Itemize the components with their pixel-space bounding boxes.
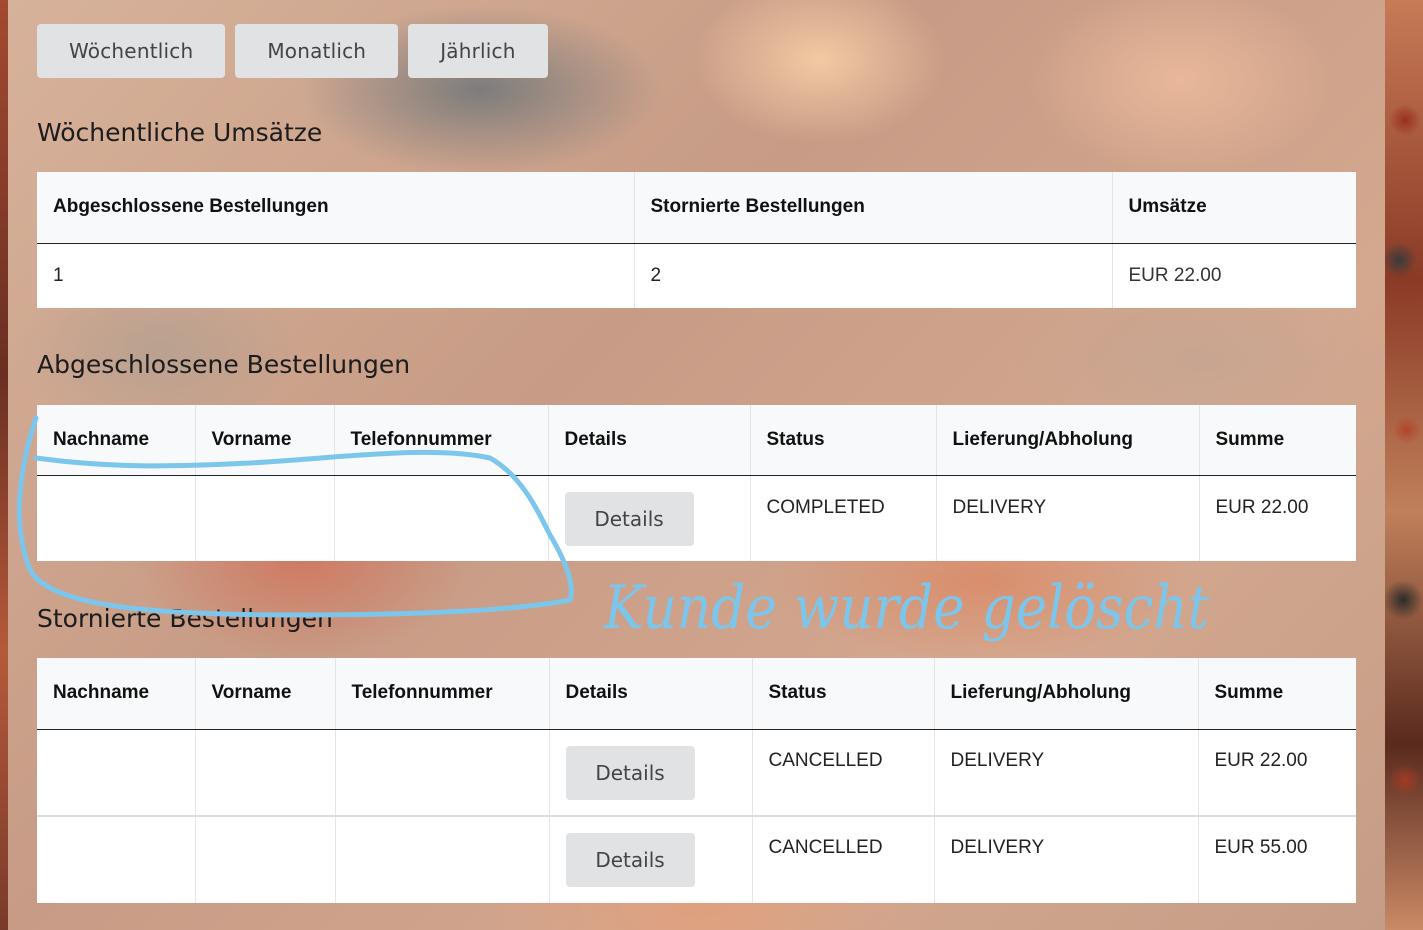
weekly-button[interactable]: Wöchentlich xyxy=(37,24,226,78)
table-row: Details CANCELLED DELIVERY EUR 55.00 xyxy=(37,815,1356,903)
col-header-phone: Telefonnummer xyxy=(334,405,549,476)
total-cell: EUR 55.00 xyxy=(1198,815,1356,903)
col-header-status: Status xyxy=(750,405,937,476)
completed-header-row: Nachname Vorname Telefonnummer Details S… xyxy=(37,405,1356,476)
summary-header-row: Abgeschlossene Bestellungen Stornierte B… xyxy=(37,172,1356,244)
status-cell: CANCELLED xyxy=(752,815,935,903)
summary-header-cancelled: Stornierte Bestellungen xyxy=(634,172,1113,244)
status-cell: CANCELLED xyxy=(752,728,935,816)
col-header-total: Summe xyxy=(1198,658,1356,730)
firstname-cell xyxy=(195,474,335,561)
col-header-status: Status xyxy=(752,658,935,730)
phone-cell xyxy=(334,474,549,561)
background-edge-right xyxy=(1385,0,1423,930)
summary-row: 1 2 EUR 22.00 xyxy=(37,242,1356,308)
phone-cell xyxy=(335,815,550,903)
lastname-cell xyxy=(37,728,196,816)
col-header-firstname: Vorname xyxy=(195,658,336,730)
table-row: Details CANCELLED DELIVERY EUR 22.00 xyxy=(37,728,1356,816)
completed-orders-title: Abgeschlossene Bestellungen xyxy=(37,350,411,379)
delivery-cell: DELIVERY xyxy=(934,728,1199,816)
completed-orders-table: Nachname Vorname Telefonnummer Details S… xyxy=(37,405,1356,561)
summary-cancelled-count: 2 xyxy=(634,242,1113,308)
table-row: Details COMPLETED DELIVERY EUR 22.00 xyxy=(37,474,1356,561)
col-header-delivery: Lieferung/Abholung xyxy=(936,405,1200,476)
col-header-lastname: Nachname xyxy=(37,658,196,730)
summary-completed-count: 1 xyxy=(37,242,635,308)
lastname-cell xyxy=(37,474,196,561)
weekly-sales-title: Wöchentliche Umsätze xyxy=(37,118,323,147)
col-header-details: Details xyxy=(548,405,751,476)
firstname-cell xyxy=(195,728,336,816)
delivery-cell: DELIVERY xyxy=(934,815,1199,903)
status-cell: COMPLETED xyxy=(750,474,937,561)
col-header-phone: Telefonnummer xyxy=(335,658,550,730)
col-header-details: Details xyxy=(549,658,753,730)
total-cell: EUR 22.00 xyxy=(1198,728,1356,816)
col-header-firstname: Vorname xyxy=(195,405,335,476)
yearly-button[interactable]: Jährlich xyxy=(408,24,548,78)
cancelled-orders-table: Nachname Vorname Telefonnummer Details S… xyxy=(37,658,1356,903)
lastname-cell xyxy=(37,815,196,903)
period-selector: Wöchentlich Monatlich Jährlich xyxy=(37,24,548,78)
details-cell: Details xyxy=(548,474,751,561)
summary-header-completed: Abgeschlossene Bestellungen xyxy=(37,172,635,244)
col-header-delivery: Lieferung/Abholung xyxy=(934,658,1199,730)
firstname-cell xyxy=(195,815,336,903)
details-cell: Details xyxy=(549,728,753,816)
col-header-total: Summe xyxy=(1199,405,1356,476)
details-button[interactable]: Details xyxy=(564,491,694,546)
phone-cell xyxy=(335,728,550,816)
details-button[interactable]: Details xyxy=(565,745,695,800)
monthly-button[interactable]: Monatlich xyxy=(235,24,399,78)
summary-table: Abgeschlossene Bestellungen Stornierte B… xyxy=(37,172,1356,308)
col-header-lastname: Nachname xyxy=(37,405,196,476)
details-button[interactable]: Details xyxy=(565,833,695,887)
summary-revenue-value: EUR 22.00 xyxy=(1112,242,1356,308)
total-cell: EUR 22.00 xyxy=(1199,474,1356,561)
details-cell: Details xyxy=(549,815,753,903)
cancelled-header-row: Nachname Vorname Telefonnummer Details S… xyxy=(37,658,1356,730)
delivery-cell: DELIVERY xyxy=(936,474,1200,561)
summary-header-revenue: Umsätze xyxy=(1112,172,1356,244)
cancelled-orders-title: Stornierte Bestellungen xyxy=(37,604,333,633)
background-edge-left xyxy=(0,0,8,930)
